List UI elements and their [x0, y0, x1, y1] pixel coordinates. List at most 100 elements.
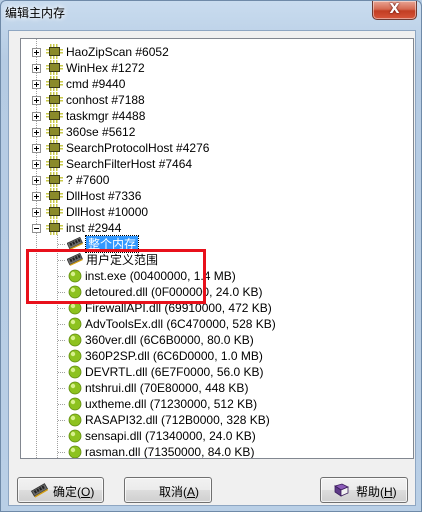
process-label: ? #7600 — [66, 173, 110, 187]
module-label: DEVRTL.dll (6E7F0000, 56.0 KB) — [85, 365, 264, 379]
expand-plus-icon[interactable] — [32, 128, 41, 137]
tree-item-process[interactable]: SearchFilterHost #7464 — [21, 156, 391, 172]
process-chip-icon — [46, 204, 63, 219]
module-label: rasman.dll (71350000, 84.0 KB) — [85, 445, 255, 458]
process-label: cmd #9440 — [66, 77, 126, 91]
tree-item-process-expanded[interactable]: inst #2944 — [21, 220, 391, 236]
tree-item-process[interactable]: SearchProtocolHost #4276 — [21, 140, 391, 156]
process-chip-icon — [46, 44, 63, 59]
tree-item-process[interactable]: ? #7600 — [21, 172, 391, 188]
process-chip-icon — [46, 188, 63, 203]
edit-main-memory-dialog: 编辑主内存 X HaoZipScan #6052 WinHex #1272 cmd … — [0, 0, 422, 512]
tree-item-module[interactable]: DEVRTL.dll (6E7F0000, 56.0 KB) — [21, 364, 391, 380]
ok-button-label: 确定(O) — [53, 485, 95, 499]
tree-guide-line — [58, 452, 66, 453]
module-label: sensapi.dll (71340000, 24.0 KB) — [85, 429, 256, 443]
module-label: 360ver.dll (6C6B0000, 80.0 KB) — [85, 333, 254, 347]
tree-guide-line — [58, 388, 66, 389]
tree-guide-line — [58, 324, 66, 325]
expand-plus-icon[interactable] — [32, 96, 41, 105]
highlight-annotation-box — [26, 249, 206, 304]
tree-content: HaoZipScan #6052 WinHex #1272 cmd #9440 con… — [21, 39, 397, 458]
tree-item-process[interactable]: taskmgr #4488 — [21, 108, 391, 124]
tree-guide-line — [58, 244, 66, 245]
collapse-minus-icon[interactable] — [32, 224, 41, 233]
tree-item-module[interactable]: RASAPI32.dll (712B0000, 328 KB) — [21, 412, 391, 428]
tree-item-module[interactable]: rasman.dll (71350000, 84.0 KB) — [21, 444, 391, 458]
process-chip-icon — [46, 92, 63, 107]
dll-module-icon — [68, 349, 82, 363]
ok-button[interactable]: 确定(O) — [17, 477, 104, 503]
process-chip-icon — [46, 124, 63, 139]
process-chip-icon — [46, 172, 63, 187]
ram-module-icon — [31, 483, 48, 498]
tree-item-process[interactable]: conhost #7188 — [21, 92, 391, 108]
dll-module-icon — [68, 365, 82, 379]
process-chip-icon — [46, 156, 63, 171]
expand-plus-icon[interactable] — [32, 160, 41, 169]
tree-item-module[interactable]: sensapi.dll (71340000, 24.0 KB) — [21, 428, 391, 444]
process-label: HaoZipScan #6052 — [66, 45, 169, 59]
dll-module-icon — [68, 397, 82, 411]
tree-guide-line — [58, 372, 66, 373]
tree-item-process[interactable]: 360se #5612 — [21, 124, 391, 140]
process-label: DllHost #7336 — [66, 189, 142, 203]
tree-guide-line — [58, 436, 66, 437]
module-label: 360P2SP.dll (6C6D0000, 1.0 MB) — [85, 349, 263, 363]
expand-plus-icon[interactable] — [32, 80, 41, 89]
process-chip-icon — [46, 220, 63, 235]
expand-plus-icon[interactable] — [32, 144, 41, 153]
expand-plus-icon[interactable] — [32, 176, 41, 185]
process-label: conhost #7188 — [66, 93, 145, 107]
dll-module-icon — [68, 317, 82, 331]
process-label: DllHost #10000 — [66, 205, 149, 219]
dll-module-icon — [68, 381, 82, 395]
book-icon — [334, 483, 349, 497]
expand-plus-icon[interactable] — [32, 112, 41, 121]
tree-guide-line — [58, 340, 66, 341]
process-chip-icon — [46, 76, 63, 91]
dialog-client-area: HaoZipScan #6052 WinHex #1272 cmd #9440 con… — [8, 30, 416, 506]
tree-item-process[interactable]: cmd #9440 — [21, 76, 391, 92]
dll-module-icon — [68, 413, 82, 427]
process-label: SearchFilterHost #7464 — [66, 157, 193, 171]
close-button[interactable]: X — [372, 1, 417, 20]
close-icon: X — [389, 2, 400, 17]
tree-item-process[interactable]: WinHex #1272 — [21, 60, 391, 76]
process-chip-icon — [46, 140, 63, 155]
process-chip-icon — [46, 60, 63, 75]
tree-item-module[interactable]: uxtheme.dll (71230000, 512 KB) — [21, 396, 391, 412]
tree-item-process[interactable]: DllHost #7336 — [21, 188, 391, 204]
expand-plus-icon[interactable] — [32, 48, 41, 57]
tree-item-module[interactable]: 360P2SP.dll (6C6D0000, 1.0 MB) — [21, 348, 391, 364]
dll-module-icon — [68, 429, 82, 443]
tree-item-module[interactable]: 360ver.dll (6C6B0000, 80.0 KB) — [21, 332, 391, 348]
process-chip-icon — [46, 108, 63, 123]
process-label: 360se #5612 — [66, 125, 136, 139]
expand-plus-icon[interactable] — [32, 208, 41, 217]
process-label: WinHex #1272 — [66, 61, 145, 75]
tree-guide-line — [58, 308, 66, 309]
help-button-label: 帮助(H) — [356, 485, 397, 499]
process-label: inst #2944 — [66, 221, 122, 235]
tree-guide-line — [58, 404, 66, 405]
process-label: taskmgr #4488 — [66, 109, 146, 123]
tree-item-process[interactable]: DllHost #10000 — [21, 204, 391, 220]
expand-plus-icon[interactable] — [32, 64, 41, 73]
expand-plus-icon[interactable] — [32, 192, 41, 201]
tree-item-module[interactable]: ntshrui.dll (70E80000, 448 KB) — [21, 380, 391, 396]
module-label: AdvToolsEx.dll (6C470000, 528 KB) — [85, 317, 276, 331]
tree-guide-line — [58, 356, 66, 357]
tree-item-module[interactable]: AdvToolsEx.dll (6C470000, 528 KB) — [21, 316, 391, 332]
window-title: 编辑主内存 — [5, 6, 66, 20]
module-label: ntshrui.dll (70E80000, 448 KB) — [85, 381, 249, 395]
tree-item-process[interactable]: HaoZipScan #6052 — [21, 44, 391, 60]
cancel-button[interactable]: 取消(A) — [124, 477, 212, 503]
dll-module-icon — [68, 333, 82, 347]
module-label: RASAPI32.dll (712B0000, 328 KB) — [85, 413, 270, 427]
help-button[interactable]: 帮助(H) — [320, 477, 408, 503]
process-label: SearchProtocolHost #4276 — [66, 141, 210, 155]
title-bar[interactable]: 编辑主内存 X — [1, 1, 421, 27]
process-tree[interactable]: HaoZipScan #6052 WinHex #1272 cmd #9440 con… — [20, 38, 414, 459]
dll-module-icon — [68, 445, 82, 458]
